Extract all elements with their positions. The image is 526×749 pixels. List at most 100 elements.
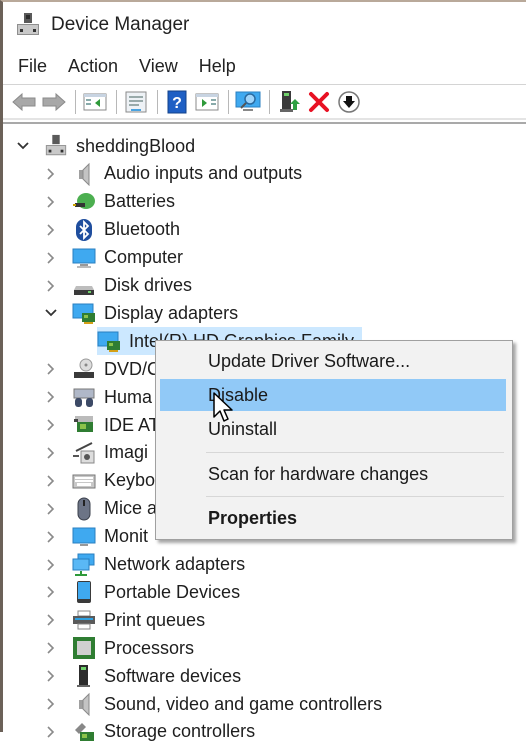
context-menu-update-driver-software[interactable]: Update Driver Software...	[160, 345, 506, 377]
tree-category-processors[interactable]: Processors	[44, 634, 194, 662]
tree-item-label: Portable Devices	[104, 581, 241, 602]
expand-chevron-icon[interactable]	[44, 613, 58, 627]
help-button[interactable]: ?	[164, 89, 190, 115]
expand-chevron-icon[interactable]	[44, 251, 58, 265]
tree-item-label: Monit	[104, 526, 149, 547]
hid-icon	[72, 385, 96, 409]
tree-category-ide-ata-atapi-controllers[interactable]: IDE AT	[44, 411, 160, 439]
expand-chevron-icon[interactable]	[44, 167, 58, 181]
tree-category-display-adapters[interactable]: Display adapters	[44, 299, 238, 327]
tree-category-monitors[interactable]: Monit	[44, 523, 148, 551]
computer-root-icon	[44, 134, 68, 158]
disable-down-arrow-icon	[338, 90, 360, 113]
tree-category-portable-devices[interactable]: Portable Devices	[44, 578, 240, 606]
tree-category-human-interface-devices[interactable]: Huma	[44, 383, 152, 411]
tree-category-imaging-devices[interactable]: Imagi	[44, 439, 148, 467]
tree-category-sound-video-and-game-controllers[interactable]: Sound, video and game controllers	[44, 690, 382, 718]
bluetooth-icon	[72, 218, 96, 242]
show-action-pane-button[interactable]	[194, 89, 220, 115]
uninstall-button[interactable]	[306, 89, 332, 115]
toolbar: ?	[3, 84, 526, 120]
toolbar-separator	[269, 89, 270, 114]
printer-icon	[72, 608, 96, 632]
expand-chevron-icon[interactable]	[44, 697, 58, 711]
network-icon	[72, 553, 96, 577]
battery-icon	[72, 190, 96, 214]
expand-chevron-icon[interactable]	[44, 641, 58, 655]
menu-help[interactable]: Help	[199, 56, 236, 77]
window-title: Device Manager	[51, 14, 190, 35]
update-driver-button[interactable]	[276, 89, 302, 115]
tree-item-label: Mice a	[104, 498, 158, 519]
console-tree-icon	[83, 93, 107, 110]
tree-item-label: Batteries	[104, 191, 176, 212]
properties-button[interactable]	[123, 89, 149, 115]
help-icon: ?	[167, 90, 187, 113]
context-menu-scan-for-hardware-changes[interactable]: Scan for hardware changes	[160, 458, 506, 490]
toolbar-separator	[228, 89, 229, 114]
tree-item-label: Software devices	[104, 665, 242, 686]
context-menu-separator	[206, 496, 504, 497]
dvd-drive-icon	[72, 357, 96, 381]
expand-chevron-icon[interactable]	[44, 558, 58, 572]
disable-button[interactable]	[336, 89, 362, 115]
tree-item-label: Network adapters	[104, 554, 246, 574]
expand-chevron-icon[interactable]	[44, 418, 58, 432]
forward-button[interactable]	[41, 89, 67, 115]
context-menu-properties[interactable]: Properties	[160, 502, 506, 534]
expand-chevron-icon[interactable]	[44, 223, 58, 237]
tree-category-network-adapters[interactable]: Network adapters	[44, 551, 245, 579]
tree-root-computer[interactable]: sheddingBlood	[16, 132, 195, 160]
tree-category-mice-and-other-pointing-devices[interactable]: Mice a	[44, 495, 157, 523]
expand-chevron-icon[interactable]	[44, 279, 58, 293]
toolbar-separator	[116, 89, 117, 114]
keyboard-icon	[72, 469, 96, 493]
context-menu: Update Driver Software... Disable Uninst…	[155, 340, 513, 540]
tree-category-bluetooth[interactable]: Bluetooth	[44, 216, 180, 244]
forward-arrow-icon	[42, 92, 66, 111]
menu-bar: File Action View Help	[3, 50, 257, 82]
expand-chevron-icon[interactable]	[44, 585, 58, 599]
expand-chevron-icon[interactable]	[44, 669, 58, 683]
tree-item-label: Bluetooth	[104, 219, 181, 240]
tree-item-label: Display adapters	[104, 302, 239, 323]
tree-category-batteries[interactable]: Batteries	[44, 188, 175, 216]
expand-chevron-icon[interactable]	[44, 502, 58, 516]
tree-category-print-queues[interactable]: Print queues	[44, 606, 205, 634]
menu-file[interactable]: File	[18, 56, 47, 77]
tree-item-label: Computer	[104, 247, 184, 268]
back-button[interactable]	[11, 89, 37, 115]
tree-category-dvd-cd-rom-drives[interactable]: DVD/C	[44, 355, 160, 383]
tree-item-label: Processors	[104, 637, 195, 658]
tree-item-label: Imagi	[104, 442, 149, 463]
expand-chevron-icon[interactable]	[44, 362, 58, 376]
tree-category-audio-inputs-and-outputs[interactable]: Audio inputs and outputs	[44, 160, 302, 188]
device-manager-window: Device Manager File Action View Help ? s…	[0, 0, 526, 741]
expand-chevron-icon[interactable]	[44, 390, 58, 404]
tree-category-disk-drives[interactable]: Disk drives	[44, 272, 192, 300]
processor-icon	[72, 636, 96, 660]
tree-category-computer[interactable]: Computer	[44, 244, 183, 272]
display-adapter-icon	[97, 329, 121, 353]
expand-chevron-icon[interactable]	[44, 195, 58, 209]
tree-item-label: Disk drives	[104, 275, 193, 295]
collapse-chevron-icon[interactable]	[16, 139, 30, 153]
context-menu-disable[interactable]: Disable	[160, 379, 506, 411]
context-menu-separator	[206, 452, 504, 453]
expand-chevron-icon[interactable]	[44, 530, 58, 544]
monitor-icon	[72, 525, 96, 549]
scan-for-hardware-changes-button[interactable]	[235, 89, 261, 115]
expand-chevron-icon[interactable]	[44, 474, 58, 488]
ide-controller-icon	[72, 413, 96, 437]
menu-action[interactable]: Action	[68, 56, 118, 77]
context-menu-uninstall[interactable]: Uninstall	[160, 413, 506, 445]
tree-category-software-devices[interactable]: Software devices	[44, 662, 241, 690]
tree-item-label: Sound, video and game controllers	[104, 693, 383, 714]
tree-item-label: Keybo	[104, 470, 156, 491]
expand-chevron-icon[interactable]	[44, 446, 58, 460]
tree-item-label: Huma	[104, 386, 153, 407]
menu-view[interactable]: View	[139, 56, 178, 77]
show-hide-console-tree-button[interactable]	[82, 89, 108, 115]
collapse-chevron-icon[interactable]	[44, 306, 58, 320]
tree-category-keyboards[interactable]: Keybo	[44, 467, 155, 495]
